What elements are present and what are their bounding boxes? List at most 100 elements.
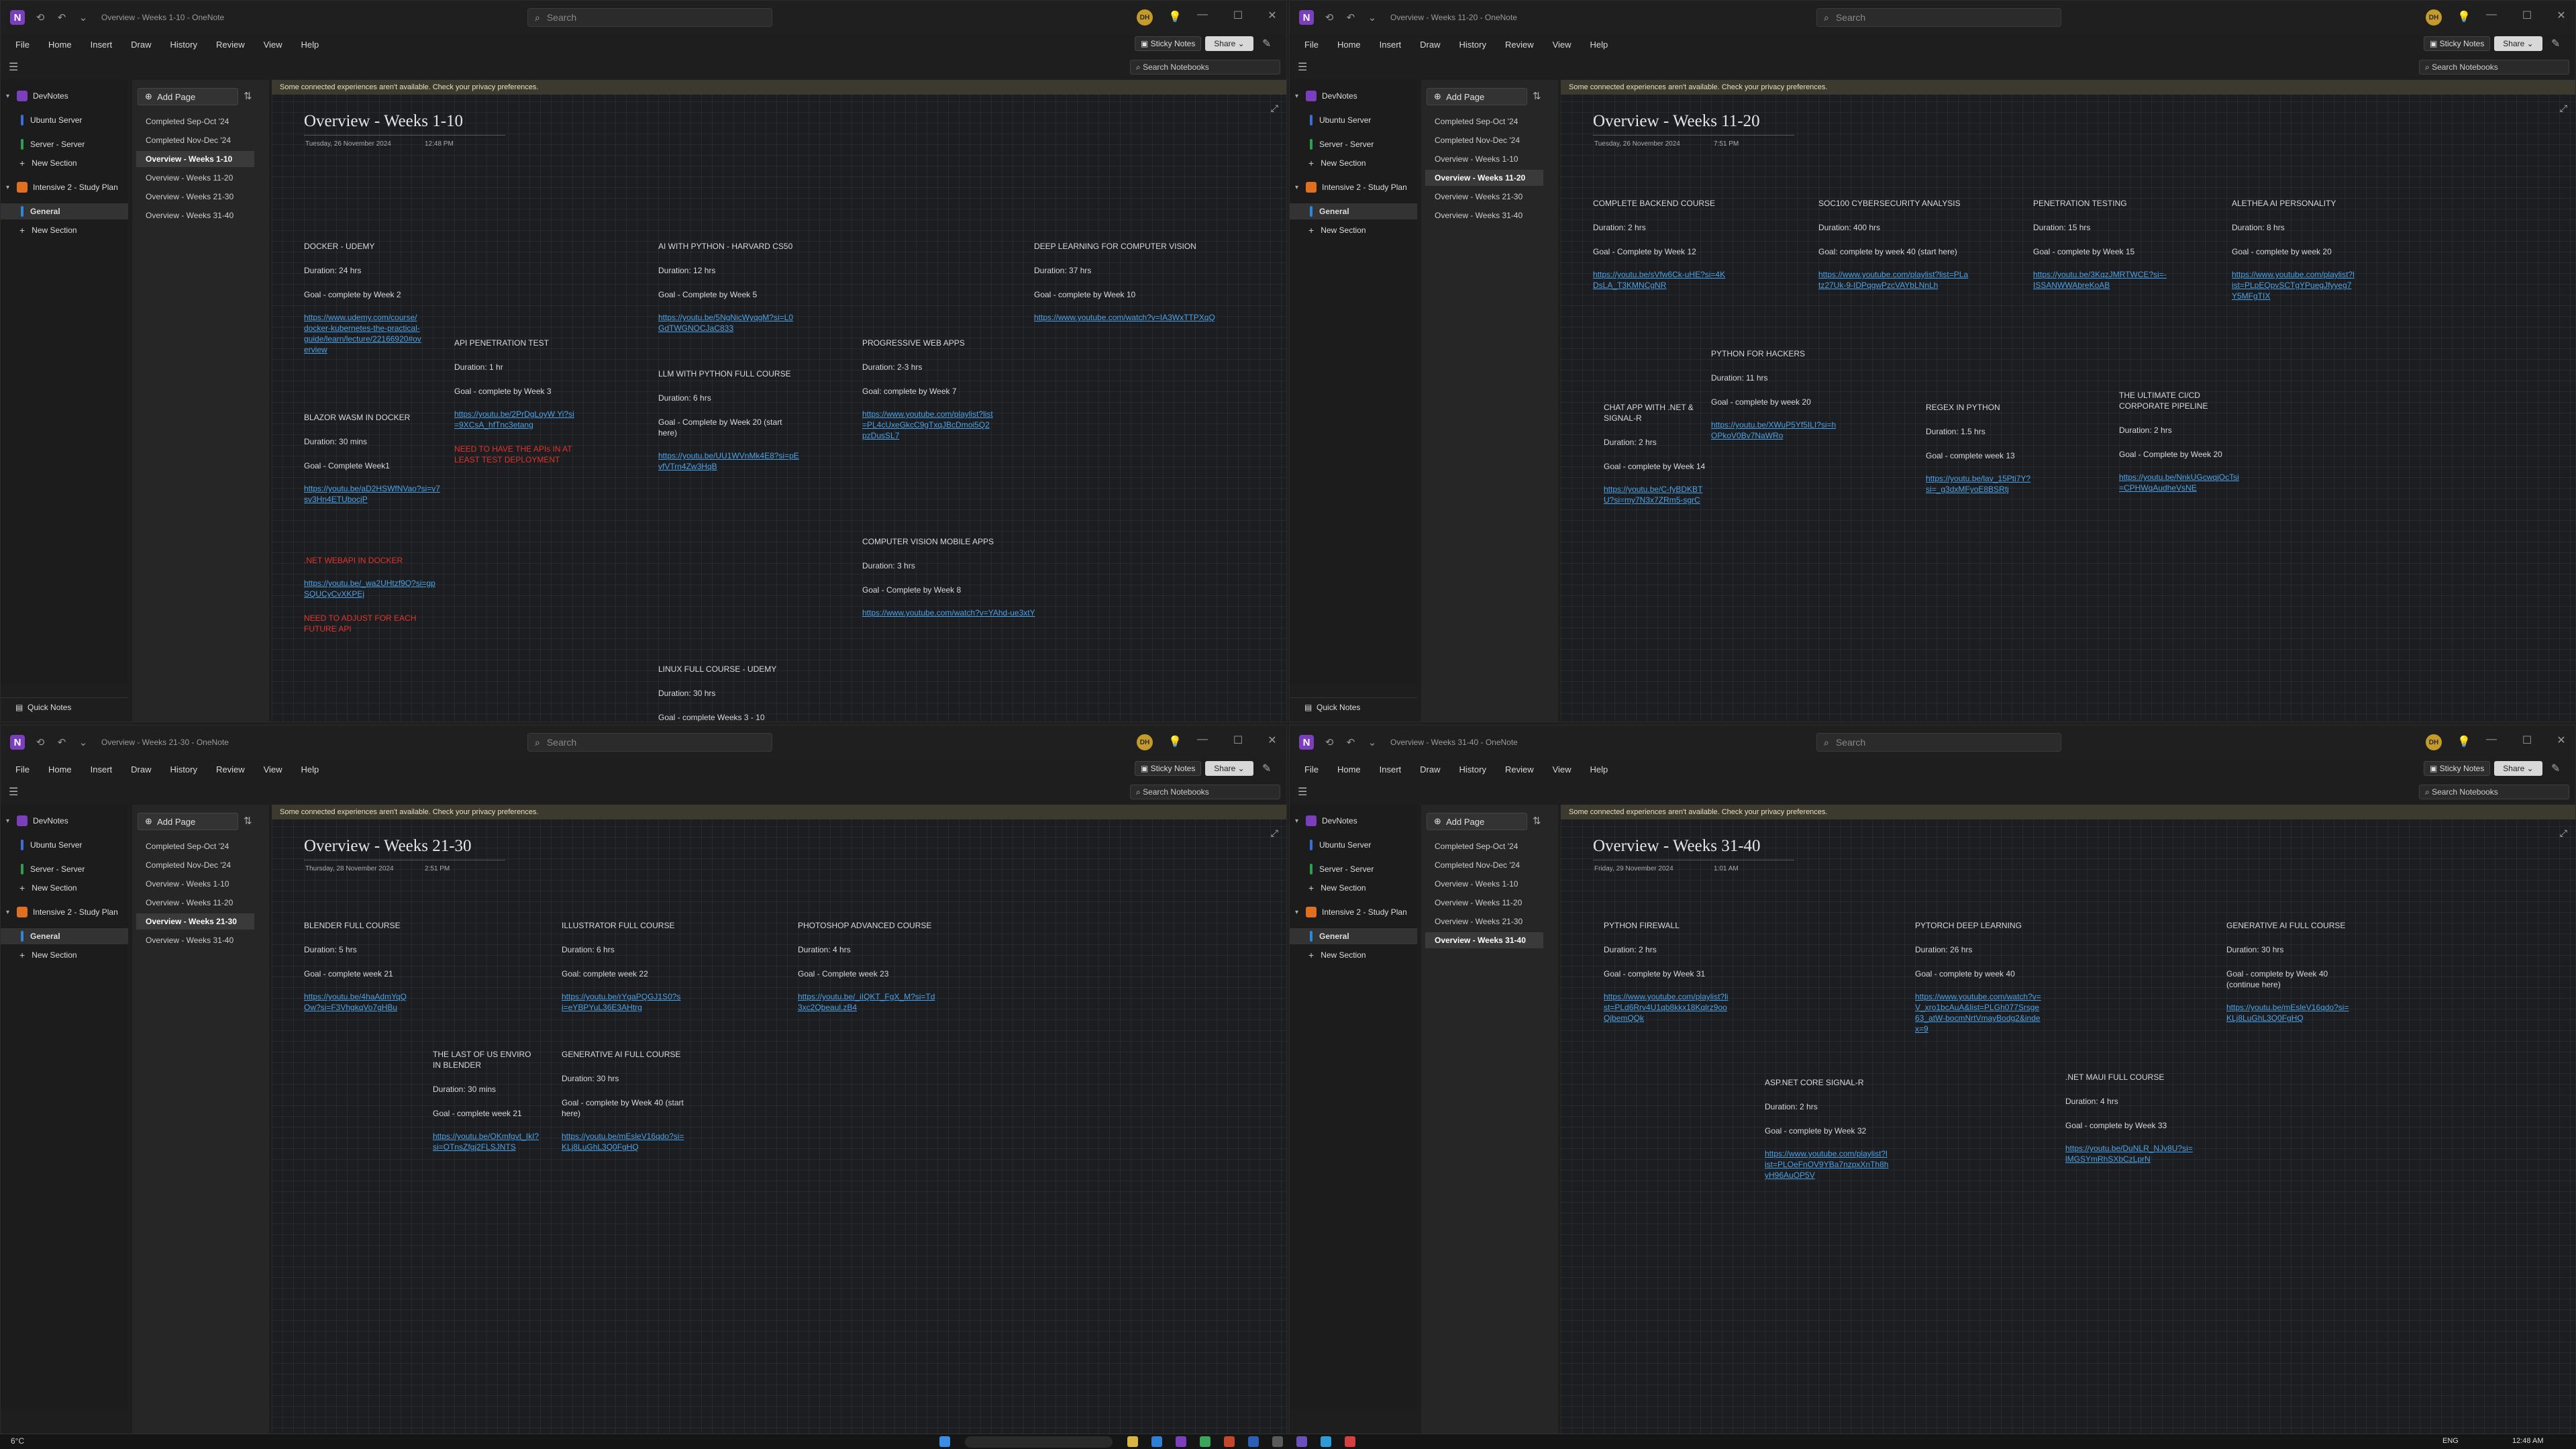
card-link[interactable]: https://www.youtube.com/playlist?list=PL… xyxy=(1604,991,1731,1023)
card-link[interactable]: https://youtu.be/_wa2UHtzf9Q?si=gpSQUCyC… xyxy=(304,578,438,599)
menu-review[interactable]: Review xyxy=(1505,40,1534,50)
close-icon[interactable]: ✕ xyxy=(1265,734,1280,747)
add-page-button[interactable]: ⊕ Add Page xyxy=(138,88,238,105)
lightbulb-icon[interactable]: 💡 xyxy=(1168,10,1182,23)
page-weeks-11-20[interactable]: Overview - Weeks 11-20 xyxy=(1425,170,1543,186)
card-link[interactable]: https://youtu.be/_iIQKT_FgX_M?si=Td3xc2Q… xyxy=(798,991,935,1013)
menu-history[interactable]: History xyxy=(1459,764,1486,775)
sticky-notes-button[interactable]: ▣ Sticky Notes xyxy=(2424,761,2491,776)
menu-view[interactable]: View xyxy=(1553,40,1572,50)
menu-home[interactable]: Home xyxy=(1337,764,1361,775)
menu-insert[interactable]: Insert xyxy=(91,40,113,50)
card-link[interactable]: https://www.youtube.com/watch?v=IA3WxTTP… xyxy=(1034,312,1255,323)
vscode-icon[interactable] xyxy=(1321,1436,1331,1447)
card-link[interactable]: https://youtu.be/XWuP5Yf5ILI?si=hOPkoV0B… xyxy=(1711,419,1839,441)
section-ubuntu-server[interactable]: Ubuntu Server xyxy=(1290,112,1417,128)
menu-help[interactable]: Help xyxy=(1590,764,1608,775)
back-icon[interactable]: ⟲ xyxy=(1323,736,1335,748)
page-completed-nov-dec[interactable]: Completed Nov-Dec '24 xyxy=(1425,132,1543,148)
close-icon[interactable]: ✕ xyxy=(2554,9,2569,22)
page-weeks-11-20[interactable]: Overview - Weeks 11-20 xyxy=(136,895,254,911)
menu-insert[interactable]: Insert xyxy=(1380,40,1402,50)
page-weeks-31-40[interactable]: Overview - Weeks 31-40 xyxy=(1425,932,1543,948)
note-card[interactable]: AI WITH PYTHON - HARVARD CS50 Duration: … xyxy=(658,241,799,334)
menu-draw[interactable]: Draw xyxy=(131,40,151,50)
page-weeks-1-10[interactable]: Overview - Weeks 1-10 xyxy=(136,876,254,892)
customize-chevron-icon[interactable]: ⌄ xyxy=(1366,736,1378,748)
card-link[interactable]: https://youtu.be/5NgNicWyqgM?si=L0GdTWGN… xyxy=(658,312,799,334)
card-link[interactable]: https://youtu.be/NnkUGcwqjOcTsi=CPHWqAud… xyxy=(2119,472,2243,493)
note-card[interactable]: SOC100 CYBERSECURITY ANALYSIS Duration: … xyxy=(1818,198,1969,291)
note-card[interactable]: COMPUTER VISION MOBILE APPS Duration: 3 … xyxy=(862,536,1084,618)
card-link[interactable]: https://www.udemy.com/course/docker-kube… xyxy=(304,312,421,355)
search-notebooks-dropdown[interactable]: ⌕ Search Notebooks xyxy=(2419,60,2569,74)
page-weeks-1-10[interactable]: Overview - Weeks 1-10 xyxy=(136,151,254,167)
menu-view[interactable]: View xyxy=(264,40,282,50)
note-card[interactable]: ASP.NET CORE SIGNAL-R Duration: 2 hrs Go… xyxy=(1765,1077,1889,1181)
new-section-button[interactable]: + New Section xyxy=(1290,947,1417,963)
share-button[interactable]: Share ⌄ xyxy=(1205,761,1253,776)
search-notebooks-dropdown[interactable]: ⌕ Search Notebooks xyxy=(1130,785,1280,799)
pen-icon[interactable]: ✎ xyxy=(2551,37,2560,50)
lightbulb-icon[interactable]: 💡 xyxy=(1168,735,1182,748)
search-input[interactable]: ⌕ Search xyxy=(1816,8,2061,27)
pen-icon[interactable]: ✎ xyxy=(1262,762,1271,775)
card-link[interactable]: https://youtu.be/lav_15Pti7Y?si=_g3dxMFy… xyxy=(1926,473,2033,495)
menu-help[interactable]: Help xyxy=(1590,40,1608,50)
avatar[interactable]: DH xyxy=(2426,9,2442,26)
page-canvas[interactable]: Some connected experiences aren't availa… xyxy=(1561,805,2575,1446)
notebook-devnotes[interactable]: ▾ DevNotes xyxy=(1,88,128,104)
quick-notes-button[interactable]: ▤ Quick Notes xyxy=(1290,697,1417,716)
card-link[interactable]: https://www.youtube.com/watch?v=V_xro1bc… xyxy=(1915,991,2043,1034)
note-card[interactable]: API PENETRATION TEST Duration: 1 hr Goal… xyxy=(454,338,578,465)
note-card[interactable]: THE ULTIMATE CI/CD CORPORATE PIPELINE Du… xyxy=(2119,390,2243,493)
menu-help[interactable]: Help xyxy=(301,764,319,775)
page-weeks-21-30[interactable]: Overview - Weeks 21-30 xyxy=(136,913,254,930)
menu-draw[interactable]: Draw xyxy=(1420,40,1440,50)
new-section-button[interactable]: + New Section xyxy=(1290,155,1417,171)
share-button[interactable]: Share ⌄ xyxy=(2494,36,2542,51)
new-section-button[interactable]: + New Section xyxy=(1290,222,1417,238)
note-card[interactable]: GENERATIVE AI FULL COURSE Duration: 30 h… xyxy=(562,1049,686,1152)
page-completed-sep-oct[interactable]: Completed Sep-Oct '24 xyxy=(1425,838,1543,854)
page-weeks-11-20[interactable]: Overview - Weeks 11-20 xyxy=(1425,895,1543,911)
new-section-button[interactable]: + New Section xyxy=(1,222,128,238)
section-general[interactable]: General xyxy=(1,928,128,944)
expand-icon[interactable]: ⤢ xyxy=(1271,828,1278,839)
back-icon[interactable]: ⟲ xyxy=(1323,11,1335,23)
notebook-intensive[interactable]: ▾ Intensive 2 - Study Plan xyxy=(1,904,128,920)
back-icon[interactable]: ⟲ xyxy=(34,736,46,748)
notebook-intensive[interactable]: ▾ Intensive 2 - Study Plan xyxy=(1290,179,1417,195)
chrome-icon[interactable] xyxy=(1345,1436,1355,1447)
menu-insert[interactable]: Insert xyxy=(1380,764,1402,775)
sort-icon[interactable]: ⇅ xyxy=(244,815,252,827)
minimize-icon[interactable]: — xyxy=(2484,9,2499,21)
maximize-icon[interactable]: ☐ xyxy=(2520,9,2534,22)
page-completed-sep-oct[interactable]: Completed Sep-Oct '24 xyxy=(1425,113,1543,130)
avatar[interactable]: DH xyxy=(1137,9,1153,26)
page-weeks-11-20[interactable]: Overview - Weeks 11-20 xyxy=(136,170,254,186)
menu-review[interactable]: Review xyxy=(216,764,245,775)
new-section-button[interactable]: + New Section xyxy=(1,947,128,963)
excel-icon[interactable] xyxy=(1200,1436,1210,1447)
note-card[interactable]: GENERATIVE AI FULL COURSE Duration: 30 h… xyxy=(2226,920,2354,1023)
note-card[interactable]: PYTORCH DEEP LEARNING Duration: 26 hrs G… xyxy=(1915,920,2043,1034)
card-link[interactable]: https://youtu.be/4haAdmYqQOw?si=F3VhgkqV… xyxy=(304,991,411,1013)
new-section-button[interactable]: + New Section xyxy=(1,880,128,896)
card-link[interactable]: https://youtu.be/3KqzJMRTWCE?si=-ISSANWW… xyxy=(2033,269,2167,291)
share-button[interactable]: Share ⌄ xyxy=(2494,761,2542,776)
pen-icon[interactable]: ✎ xyxy=(2551,762,2560,775)
card-link[interactable]: https://www.youtube.com/playlist?list=PL… xyxy=(1818,269,1969,291)
hamburger-icon[interactable]: ☰ xyxy=(9,785,18,799)
undo-icon[interactable]: ↶ xyxy=(1345,736,1357,748)
card-link[interactable]: https://youtu.be/C-fyBDKBTU?si=my7N3x7ZR… xyxy=(1604,484,1708,505)
menu-home[interactable]: Home xyxy=(48,764,72,775)
new-section-button[interactable]: + New Section xyxy=(1,155,128,171)
lightbulb-icon[interactable]: 💡 xyxy=(2457,735,2471,748)
share-button[interactable]: Share ⌄ xyxy=(1205,36,1253,51)
add-page-button[interactable]: ⊕ Add Page xyxy=(1427,88,1527,105)
teams-icon[interactable] xyxy=(1296,1436,1307,1447)
card-link[interactable]: https://youtu.be/mEsleV16qdo?si=KLj8LuGh… xyxy=(2226,1002,2354,1023)
weather-widget[interactable]: 6°C xyxy=(11,1436,24,1446)
menu-home[interactable]: Home xyxy=(48,40,72,50)
